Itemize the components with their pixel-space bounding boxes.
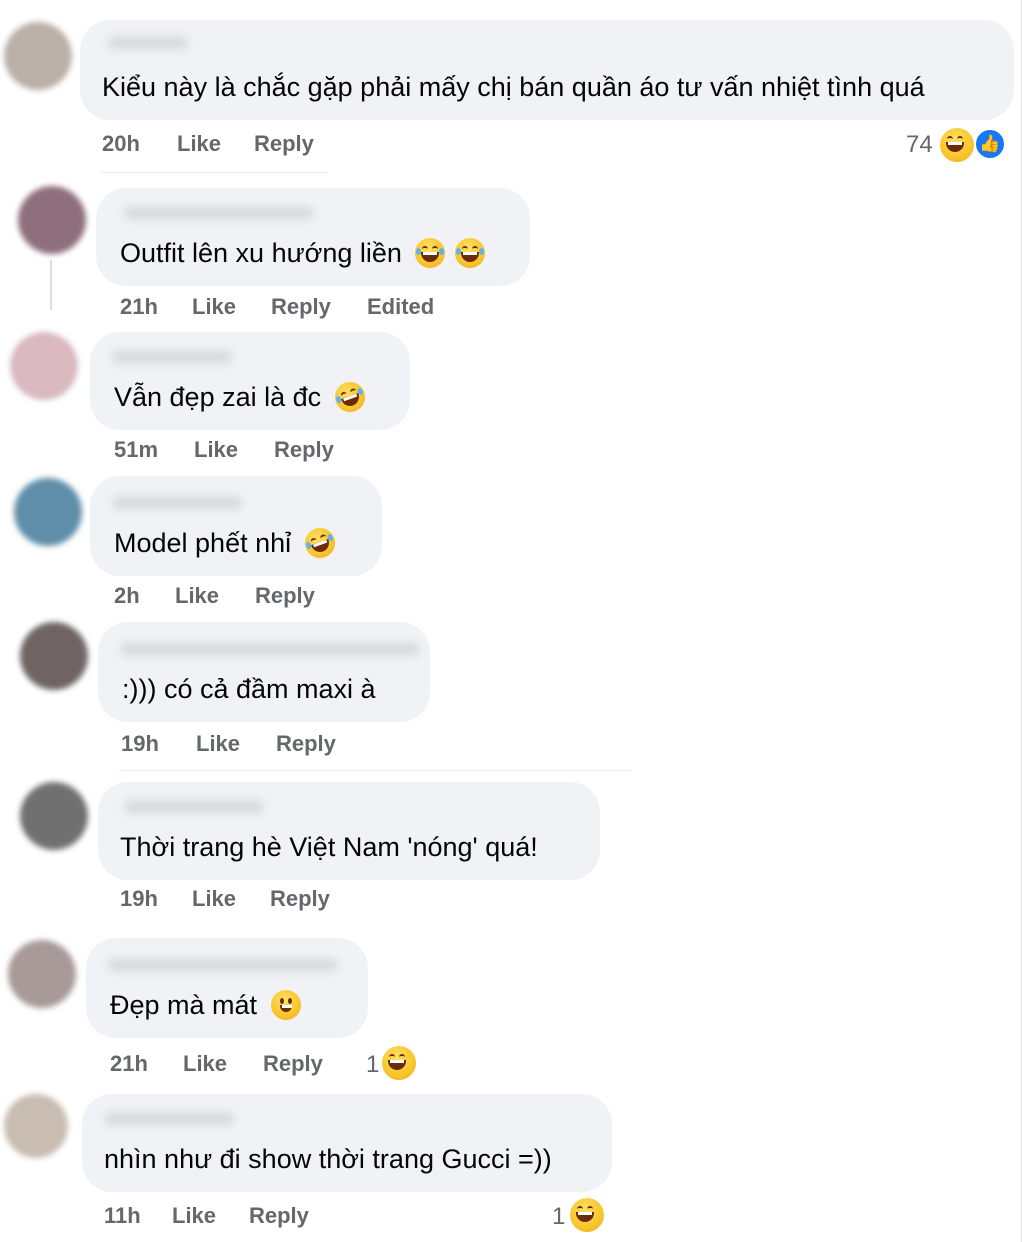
avatar[interactable] [4,22,72,90]
rolling-laughing-icon [330,377,369,417]
laughing-tears-icon [415,238,446,268]
reaction-count[interactable]: 1 [366,1050,379,1080]
comment-author[interactable] [124,800,264,814]
reply-button[interactable]: Reply [274,436,334,464]
comment-text-content: Model phết nhỉ [114,528,292,558]
like-button[interactable]: Like [183,1050,227,1078]
reply-button[interactable]: Reply [276,730,336,758]
comment-text: Kiểu này là chắc gặp phải mấy chị bán qu… [102,72,925,102]
avatar[interactable] [8,940,76,1008]
comment-author[interactable] [104,1112,234,1126]
comment-time: 20h [102,131,140,156]
comment-author[interactable] [108,958,338,972]
reply-button[interactable]: Reply [270,885,330,913]
like-button[interactable]: Like [177,130,221,158]
comment-time: 21h [120,294,158,319]
thread-line [50,260,52,310]
comment-author[interactable] [108,36,188,50]
comment-thread: Kiểu này là chắc gặp phải mấy chị bán qu… [0,0,1022,1242]
reply-button[interactable]: Reply [254,130,314,158]
comment-text: Đẹp mà mát [110,988,301,1022]
comment-text-content: Vẫn đẹp zai là đc [114,382,322,412]
comment-time: 11h [104,1203,141,1228]
edited-label: Edited [367,294,435,319]
laughing-face-icon [570,1198,604,1232]
reply-button[interactable]: Reply [255,582,315,610]
comment-author[interactable] [120,642,420,656]
laughing-face-icon [382,1046,416,1080]
avatar[interactable] [18,186,86,254]
like-button[interactable]: Like [196,730,240,758]
like-button[interactable]: Like [192,885,236,913]
comment-time: 51m [114,437,159,462]
reaction-count[interactable]: 74 [906,130,933,160]
comment-author[interactable] [124,206,314,220]
like-button[interactable]: Like [175,582,219,610]
avatar[interactable] [4,1094,68,1158]
comment-text: Thời trang hè Việt Nam 'nóng' quá! [120,832,538,862]
comment-time: 19h [121,731,159,756]
grinning-face-icon [270,990,301,1020]
comment-text-content: Outfit lên xu hướng liền [120,238,402,268]
avatar[interactable] [10,332,78,400]
rolling-laughing-icon [300,523,339,563]
comment-text: Model phết nhỉ [114,523,339,563]
thumbs-up-icon: 👍 [974,128,1006,160]
reaction-count[interactable]: 1 [552,1202,565,1232]
reply-button[interactable]: Reply [271,293,331,321]
comment-text: nhìn như đi show thời trang Gucci =)) [104,1144,552,1174]
comment-author[interactable] [112,350,232,364]
avatar[interactable] [20,782,88,850]
divider [100,172,328,173]
reply-button[interactable]: Reply [249,1202,309,1230]
avatar[interactable] [14,478,82,546]
comment-text: :))) có cả đầm maxi à [122,674,376,704]
like-button[interactable]: Like [194,436,238,464]
comment-author[interactable] [112,496,242,510]
comment-text: Vẫn đẹp zai là đc [114,377,369,417]
like-button[interactable]: Like [192,293,236,321]
comment-text-content: Đẹp mà mát [110,990,258,1020]
reply-button[interactable]: Reply [263,1050,323,1078]
laughing-tears-icon [454,238,485,268]
comment-time: 2h [114,583,140,608]
comment-time: 21h [110,1051,148,1076]
divider [118,770,630,771]
like-button[interactable]: Like [172,1202,216,1230]
comment-time: 19h [120,886,158,911]
avatar[interactable] [20,622,88,690]
laughing-face-icon [940,128,974,162]
comment-text: Outfit lên xu hướng liền [120,236,485,270]
